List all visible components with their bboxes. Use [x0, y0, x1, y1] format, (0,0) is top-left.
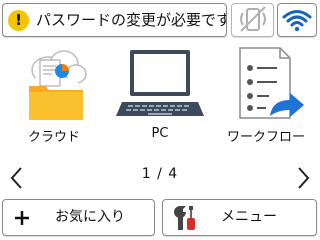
laptop-icon	[116, 50, 204, 116]
mobile-disabled-icon	[240, 6, 266, 32]
favorites-button[interactable]: お気に入り	[2, 199, 155, 236]
plus-icon	[15, 211, 29, 225]
app-label: PC	[151, 126, 169, 141]
wifi-icon	[282, 10, 312, 32]
chevron-right-icon[interactable]	[292, 164, 314, 192]
favorites-label: お気に入り	[55, 209, 125, 225]
app-cloud[interactable]: クラウド	[2, 44, 106, 154]
page-indicator: 1 / 4	[141, 166, 179, 182]
warning-icon: !	[8, 10, 29, 31]
chevron-left-icon[interactable]	[6, 164, 28, 192]
app-label: クラウド	[27, 130, 80, 145]
wifi-button[interactable]	[277, 3, 317, 37]
cloud-folder-icon	[29, 50, 87, 120]
workflow-icon	[239, 47, 304, 119]
tools-icon	[174, 206, 195, 230]
app-workflow[interactable]: ワークフロー	[214, 44, 318, 154]
mobile-connect-button[interactable]	[231, 3, 274, 37]
menu-button[interactable]: メニュー	[162, 199, 317, 236]
app-pc[interactable]: PC	[108, 44, 212, 154]
status-message: パスワードの変更が必要です	[36, 11, 227, 29]
app-label: ワークフロー	[226, 130, 305, 145]
menu-label: メニュー	[221, 209, 277, 225]
status-banner[interactable]: ! パスワードの変更が必要です	[2, 3, 227, 37]
